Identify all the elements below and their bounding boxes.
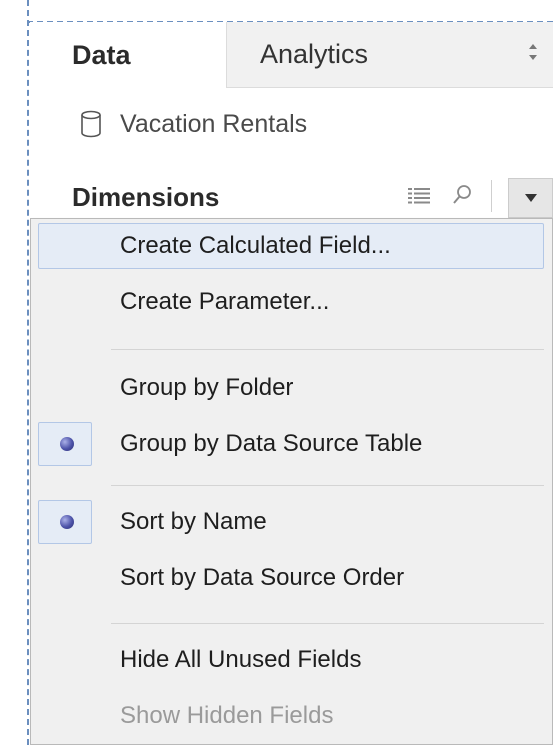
dimensions-title: Dimensions (72, 182, 220, 212)
selected-indicator (38, 422, 92, 466)
menu-item-sort-by-data-source-order[interactable]: Sort by Data Source Order (31, 551, 552, 605)
menu-item-label: Hide All Unused Fields (120, 646, 362, 673)
menu-item-sort-by-name[interactable]: Sort by Name (31, 495, 552, 549)
dropdown-arrow-icon (524, 194, 537, 202)
up-down-arrows-icon[interactable] (527, 42, 539, 63)
menu-separator (111, 623, 544, 624)
menu-item-group-by-folder[interactable]: Group by Folder (31, 361, 552, 415)
selected-indicator (38, 500, 92, 544)
menu-item-create-parameter[interactable]: Create Parameter... (31, 275, 552, 329)
menu-item-show-hidden-fields: Show Hidden Fields (31, 689, 552, 743)
menu-item-hide-all-unused-fields[interactable]: Hide All Unused Fields (31, 633, 552, 687)
menu-item-label: Sort by Data Source Order (120, 564, 405, 591)
menu-item-label: Group by Data Source Table (120, 430, 423, 457)
tab-analytics-label: Analytics (260, 39, 369, 69)
header-divider (491, 180, 492, 212)
dimensions-header: Dimensions (30, 174, 553, 218)
menu-item-label: Show Hidden Fields (120, 702, 334, 729)
menu-item-label: Create Calculated Field... (120, 232, 391, 259)
radio-dot-icon (60, 515, 74, 529)
dimensions-menu-button[interactable] (508, 178, 553, 218)
radio-dot-icon (60, 437, 74, 451)
data-pane: Data Analytics Vacation Rentals Dimensio… (0, 0, 553, 745)
search-icon[interactable] (452, 184, 472, 206)
pane-tabs: Data Analytics (30, 22, 553, 88)
menu-item-create-calculated-field[interactable]: Create Calculated Field... (31, 219, 552, 273)
menu-item-label: Group by Folder (120, 374, 294, 401)
dimensions-context-menu: Create Calculated Field... Create Parame… (30, 218, 553, 745)
menu-item-label: Create Parameter... (120, 288, 330, 315)
menu-separator (111, 485, 544, 486)
data-source-name: Vacation Rentals (120, 109, 308, 138)
menu-item-group-by-data-source-table[interactable]: Group by Data Source Table (31, 417, 552, 471)
database-cylinder-icon (81, 110, 101, 138)
grid-view-icon[interactable] (408, 188, 430, 204)
pane-drop-outline-left (27, 0, 29, 745)
menu-item-label: Sort by Name (120, 508, 267, 535)
tab-analytics[interactable]: Analytics (226, 22, 553, 88)
tab-data[interactable]: Data (30, 22, 226, 88)
data-source-row[interactable]: Vacation Rentals (80, 100, 307, 148)
tab-data-label: Data (72, 39, 131, 70)
menu-separator (111, 349, 544, 350)
